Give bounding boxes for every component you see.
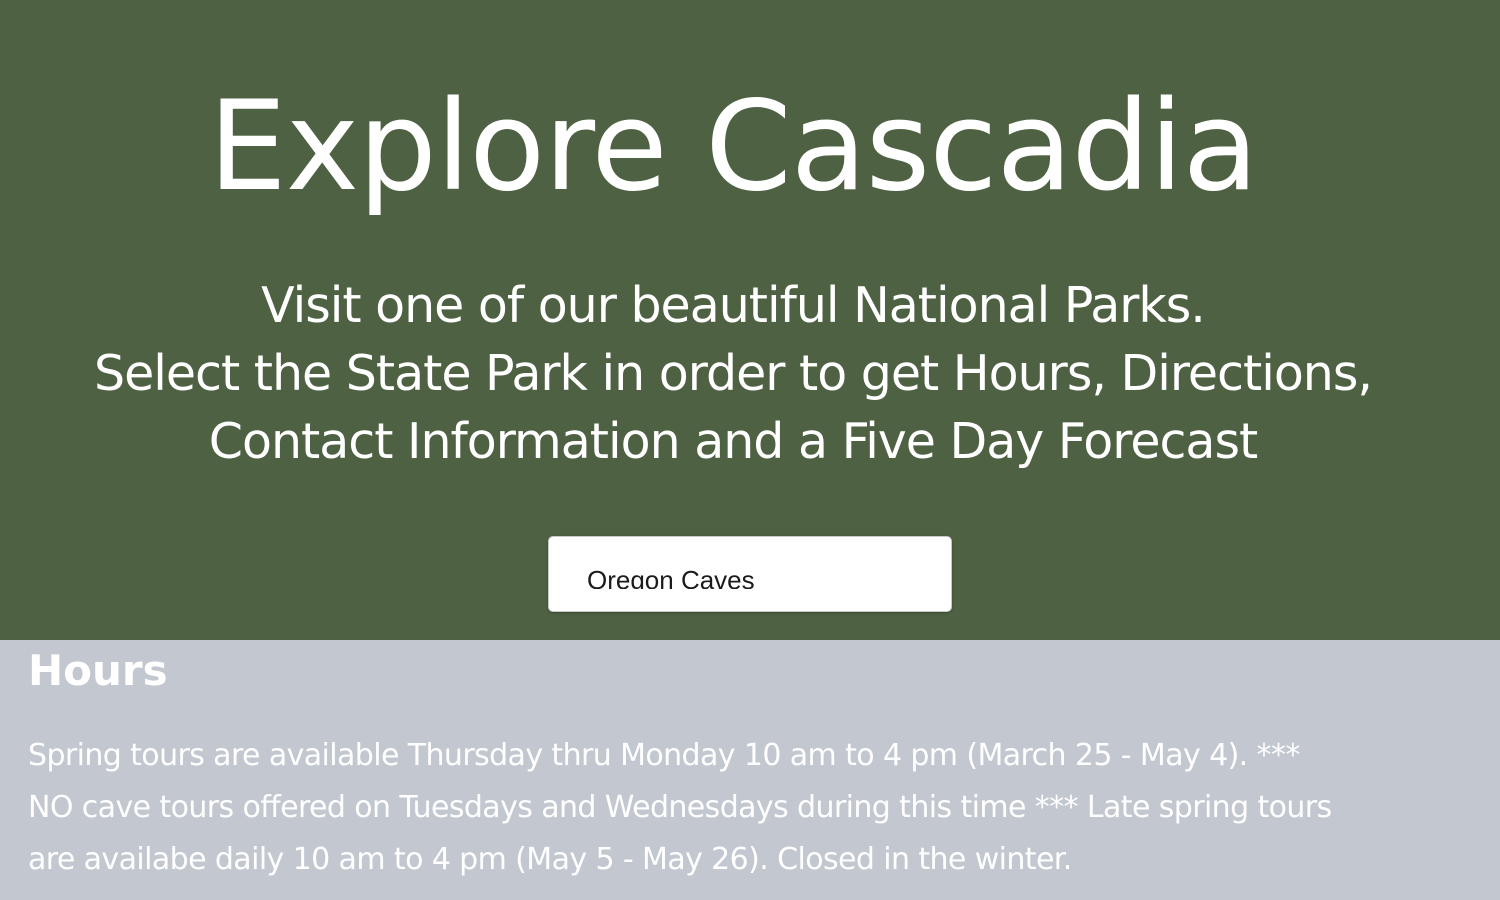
hours-text-line: NO cave tours offered on Tuesdays and We…	[28, 790, 1332, 825]
hours-text-line: are availabe daily 10 am to 4 pm (May 5 …	[28, 842, 1072, 877]
subtitle-line: Contact Information and a Five Day Forec…	[208, 413, 1258, 470]
page: Explore Cascadia Visit one of our beauti…	[0, 0, 1500, 900]
park-select-dropdown[interactable]: Oregon Caves	[548, 536, 952, 612]
hero-subtitle: Visit one of our beautiful National Park…	[40, 272, 1426, 476]
hours-text: Spring tours are available Thursday thru…	[28, 730, 1478, 886]
subtitle-line: Select the State Park in order to get Ho…	[94, 345, 1373, 402]
park-select-value: Oregon Caves	[587, 565, 755, 589]
subtitle-line: Visit one of our beautiful National Park…	[261, 277, 1206, 334]
hours-heading: Hours	[28, 646, 168, 695]
hours-text-line: Spring tours are available Thursday thru…	[28, 738, 1300, 773]
page-title: Explore Cascadia	[208, 75, 1258, 219]
